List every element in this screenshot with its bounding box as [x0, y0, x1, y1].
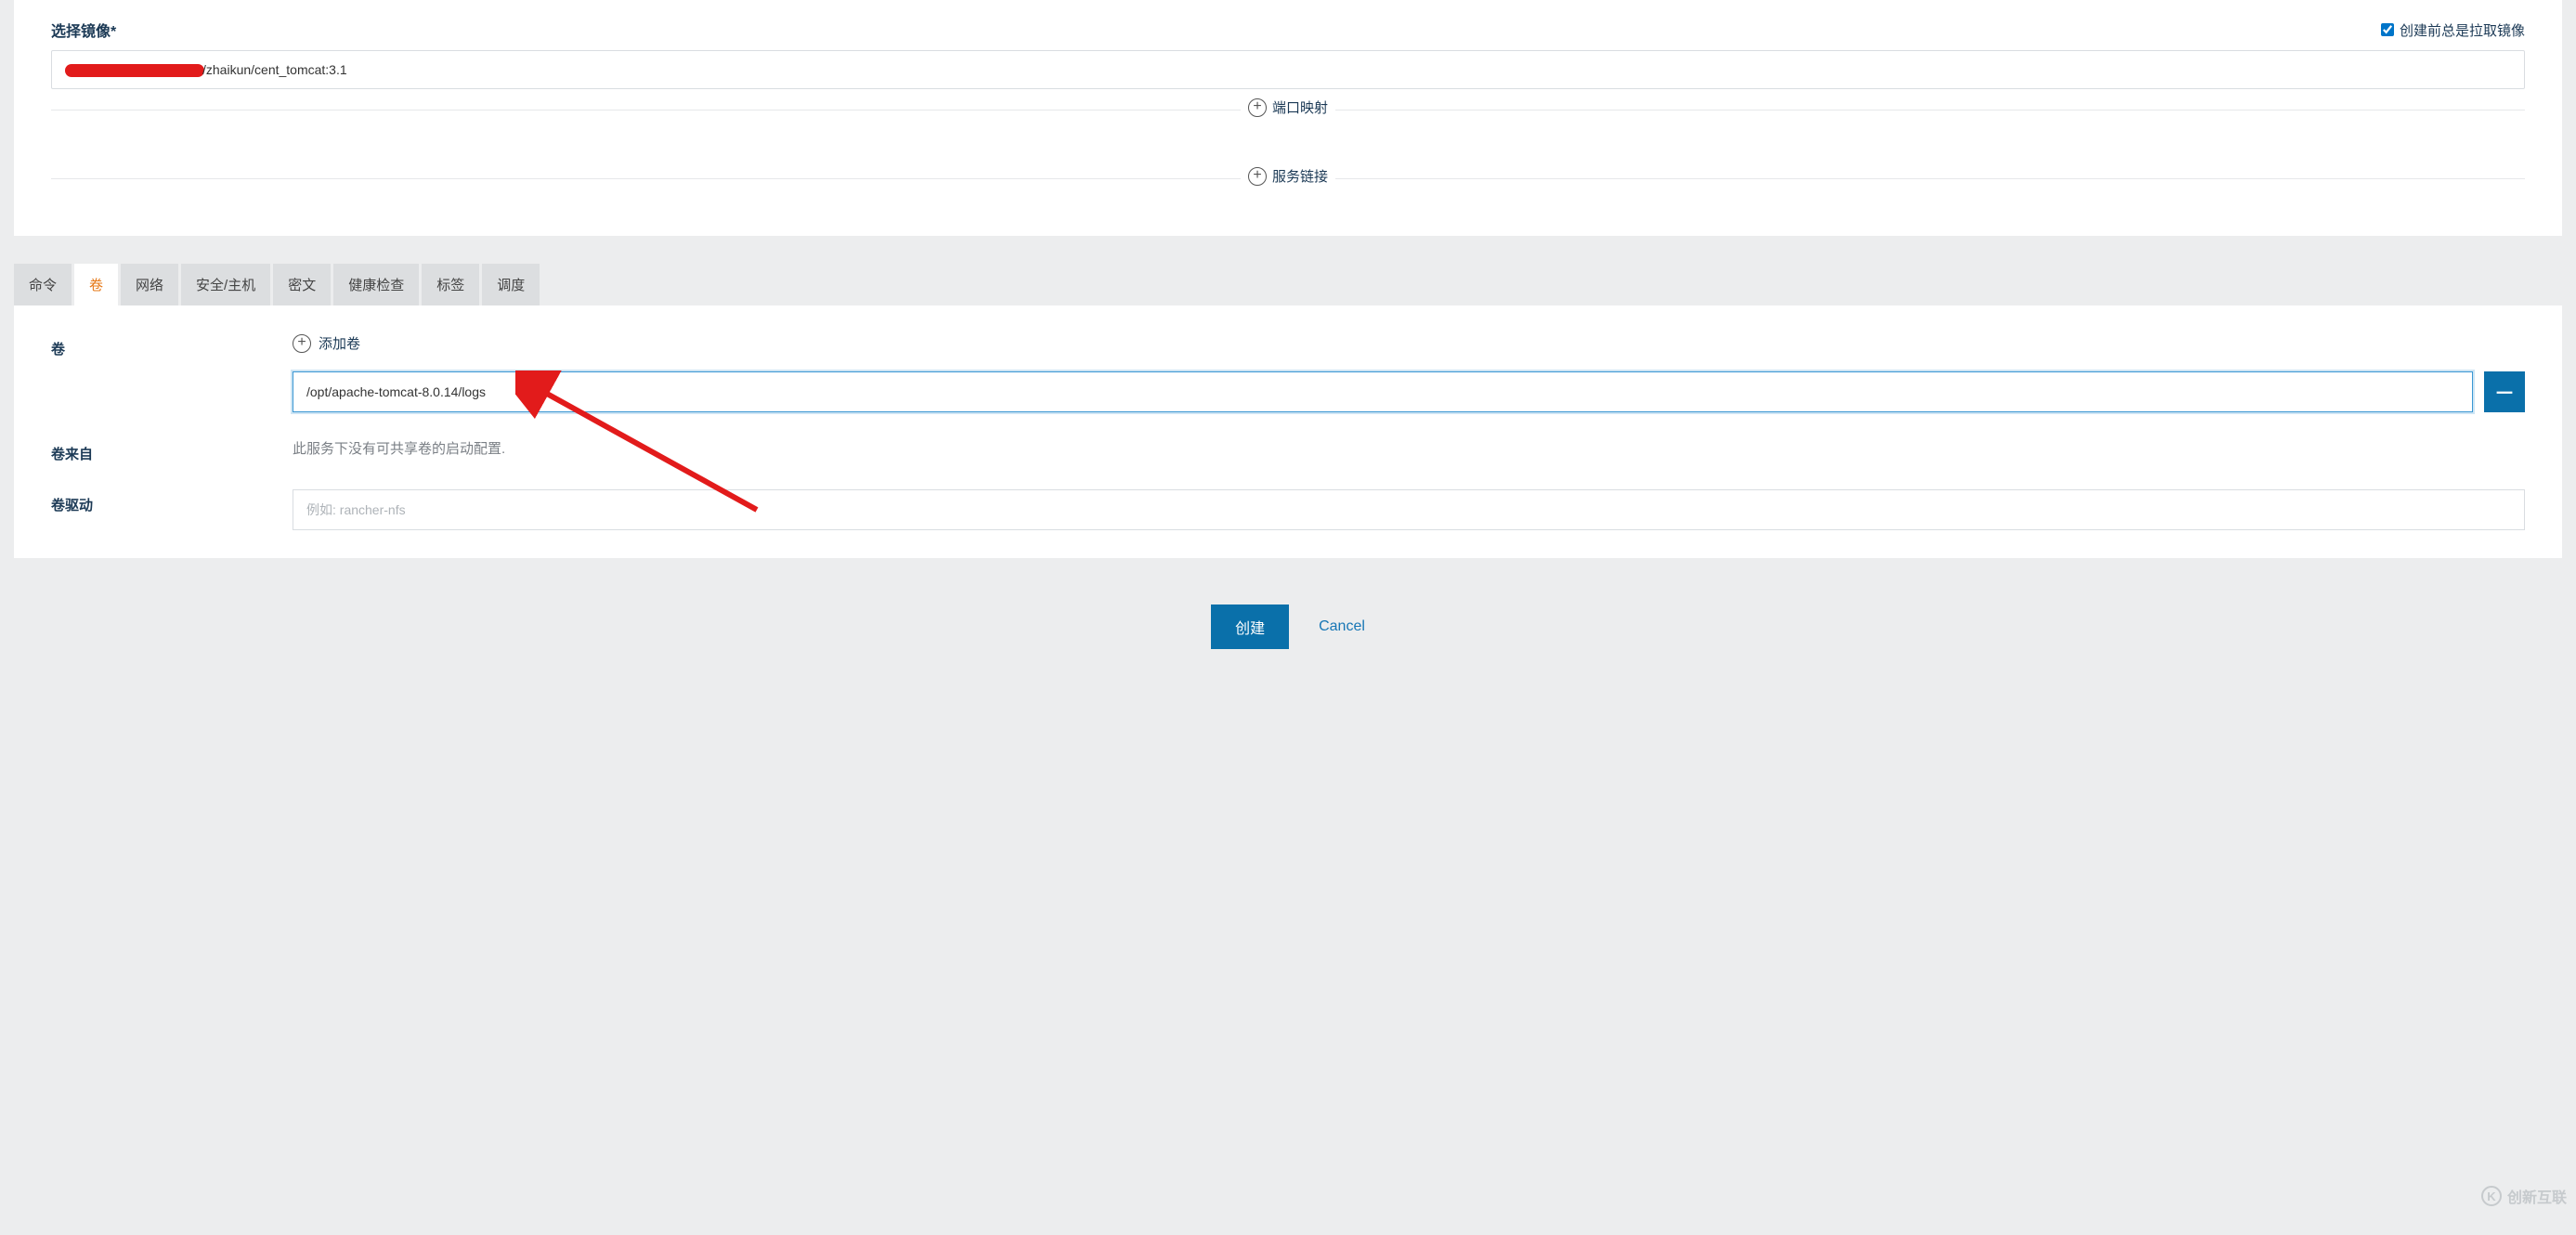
volume-input-row: － [293, 371, 2525, 412]
volume-driver-row: 卷驱动 [51, 489, 2525, 530]
add-service-link-button[interactable]: 服务链接 [1241, 166, 1335, 186]
add-port-mapping-button[interactable]: 端口映射 [1241, 98, 1335, 117]
tab-secret[interactable]: 密文 [273, 264, 331, 306]
watermark-icon: K [2481, 1186, 2502, 1206]
tab-scheduling[interactable]: 调度 [482, 264, 540, 306]
remove-volume-button[interactable]: － [2484, 371, 2525, 412]
volume-row: 卷 添加卷 － [51, 333, 2525, 412]
always-pull-checkbox-wrap[interactable]: 创建前总是拉取镜像 [2381, 20, 2525, 40]
service-link-divider: 服务链接 [51, 178, 2525, 199]
image-value-suffix: /zhaikun/cent_tomcat:3.1 [202, 62, 347, 77]
tab-label[interactable]: 标签 [422, 264, 479, 306]
watermark-text: 创新互联 [2507, 1185, 2567, 1207]
volume-from-info: 此服务下没有可共享卷的启动配置. [293, 438, 2525, 458]
footer-actions: 创建 Cancel [0, 586, 2576, 677]
volume-driver-input[interactable] [293, 489, 2525, 530]
config-tabs: 命令 卷 网络 安全/主机 密文 健康检查 标签 调度 [14, 264, 2562, 306]
volume-path-input[interactable] [293, 371, 2473, 412]
tab-volume[interactable]: 卷 [74, 264, 118, 306]
watermark: K 创新互联 [2481, 1185, 2567, 1207]
tab-command[interactable]: 命令 [14, 264, 72, 306]
always-pull-checkbox[interactable] [2381, 23, 2394, 36]
port-mapping-divider: 端口映射 [51, 110, 2525, 130]
port-mapping-label: 端口映射 [1272, 98, 1328, 117]
plus-icon [293, 334, 311, 353]
add-volume-label: 添加卷 [319, 333, 360, 353]
redacted-registry [65, 64, 204, 77]
tab-healthcheck[interactable]: 健康检查 [333, 264, 419, 306]
tab-network[interactable]: 网络 [121, 264, 178, 306]
cancel-button[interactable]: Cancel [1319, 618, 1365, 635]
image-selection-panel: 选择镜像* 创建前总是拉取镜像 /zhaikun/cent_tomcat:3.1… [14, 0, 2562, 236]
tab-security-host[interactable]: 安全/主机 [181, 264, 270, 306]
image-name-input[interactable]: /zhaikun/cent_tomcat:3.1 [51, 50, 2525, 89]
plus-icon [1248, 98, 1267, 117]
volume-panel: 卷 添加卷 － 卷来自 此服务下没有可共享卷的启动配置. 卷驱动 [14, 306, 2562, 558]
plus-icon [1248, 167, 1267, 186]
volume-from-row: 卷来自 此服务下没有可共享卷的启动配置. [51, 438, 2525, 463]
volume-label: 卷 [51, 333, 293, 358]
select-image-label: 选择镜像* [51, 19, 116, 41]
service-link-label: 服务链接 [1272, 166, 1328, 186]
image-header-row: 选择镜像* 创建前总是拉取镜像 [51, 19, 2525, 41]
create-button[interactable]: 创建 [1211, 604, 1289, 649]
volume-from-label: 卷来自 [51, 438, 293, 463]
volume-driver-label: 卷驱动 [51, 489, 293, 514]
always-pull-label: 创建前总是拉取镜像 [2400, 20, 2525, 40]
add-volume-button[interactable]: 添加卷 [293, 333, 360, 353]
